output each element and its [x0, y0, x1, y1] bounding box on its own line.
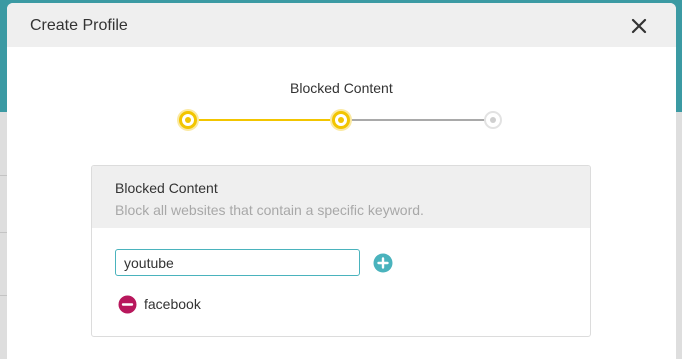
dialog-title: Create Profile	[30, 17, 128, 34]
close-button[interactable]	[627, 14, 651, 38]
current-step-label: Blocked Content	[290, 80, 393, 96]
step-2-dot	[332, 111, 350, 129]
page-divider	[0, 232, 7, 233]
stepper-progress-line-remaining	[341, 119, 493, 121]
keyword-input[interactable]	[115, 249, 360, 276]
keyword-text: facebook	[144, 296, 201, 312]
plus-circle-icon	[373, 253, 393, 273]
blocked-content-panel: Blocked Content Block all websites that …	[91, 165, 591, 337]
add-keyword-button[interactable]	[373, 253, 393, 273]
panel-title: Blocked Content	[115, 180, 218, 196]
panel-description: Block all websites that contain a specif…	[115, 202, 424, 218]
dialog-header: Create Profile	[7, 3, 676, 47]
page-divider	[0, 175, 7, 176]
stepper-progress-line-completed	[188, 119, 341, 121]
close-icon	[631, 18, 647, 34]
create-profile-dialog: Create Profile Blocked Content Blocked C…	[7, 3, 676, 359]
minus-circle-icon	[118, 295, 137, 314]
panel-header: Blocked Content Block all websites that …	[92, 166, 590, 228]
step-1-dot	[179, 111, 197, 129]
remove-keyword-button[interactable]	[118, 295, 137, 314]
page-divider	[0, 295, 7, 296]
step-3-dot	[484, 111, 502, 129]
